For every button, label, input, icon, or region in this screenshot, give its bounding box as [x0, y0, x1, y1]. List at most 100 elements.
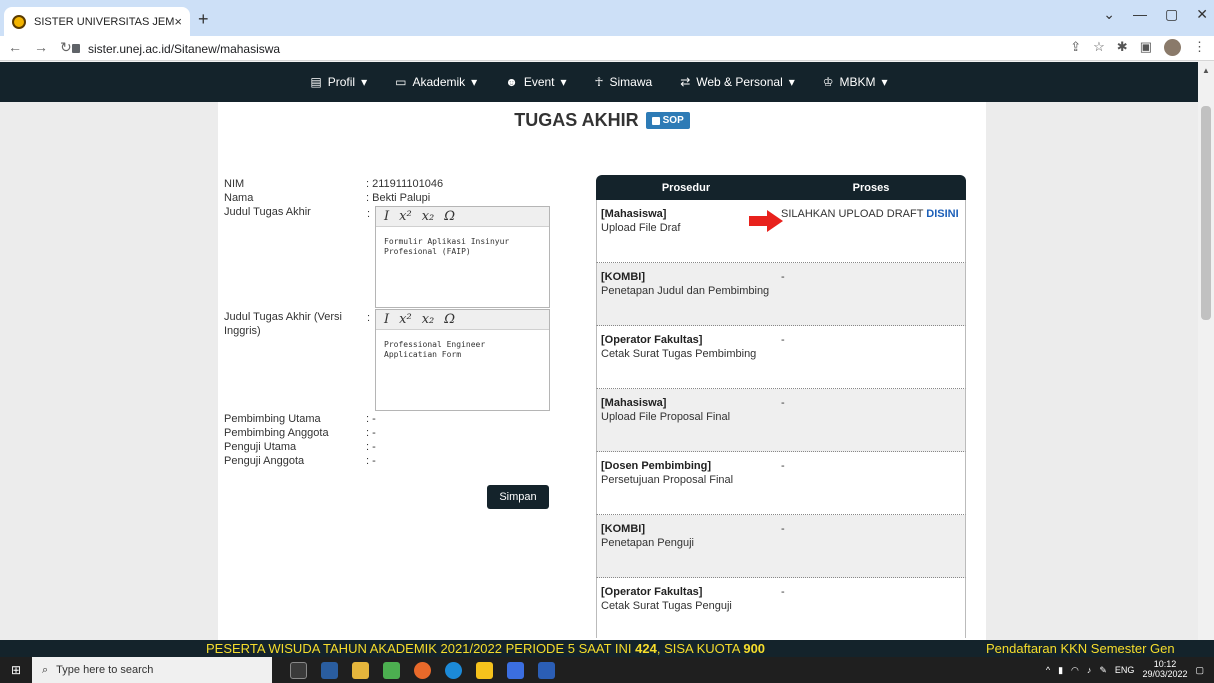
close-window-icon[interactable]: ✕ — [1196, 6, 1208, 23]
tab-search-icon[interactable]: ⌄ — [1103, 6, 1115, 23]
pen-icon[interactable]: ✎ — [1099, 665, 1107, 676]
table-row: [KOMBI] Penetapan Judul dan Pembimbing - — [596, 263, 966, 326]
row-role: [KOMBI] — [601, 271, 645, 283]
menu-kebab-icon[interactable]: ⋮ — [1193, 39, 1206, 56]
browser-nav-buttons: ← → ↻ — [8, 39, 72, 56]
special-char-button[interactable]: Ω — [444, 209, 455, 224]
table-row: [Operator Fakultas] Cetak Surat Tugas Pe… — [596, 326, 966, 389]
url-field[interactable]: sister.unej.ac.id/Sitanew/mahasiswa — [72, 38, 1172, 59]
tab-close-icon[interactable]: × — [174, 14, 182, 29]
row-role: [Dosen Pembimbing] — [601, 460, 712, 472]
pembimbing-anggota-value: : - — [366, 427, 376, 439]
bookmark-star-icon[interactable]: ☆ — [1093, 39, 1105, 56]
upload-draft-link[interactable]: DISINI — [926, 208, 958, 220]
judul-en-text[interactable]: Professional Engineer Applicatian Form — [376, 330, 549, 369]
nav-profil[interactable]: ▤ Profil ▾ — [310, 75, 367, 89]
address-bar: ← → ↻ sister.unej.ac.id/Sitanew/mahasisw… — [0, 36, 1214, 61]
editor-toolbar: I x² x₂ Ω — [376, 310, 549, 330]
scrollbar-thumb[interactable] — [1201, 106, 1211, 320]
row-role: [Mahasiswa] — [601, 397, 667, 409]
sidepanel-icon[interactable]: ▣ — [1140, 39, 1152, 56]
chevron-down-icon: ▾ — [788, 75, 795, 89]
reload-icon[interactable]: ↻ — [60, 39, 72, 56]
nav-akademik-label: Akademik — [412, 75, 466, 89]
row-desc: Cetak Surat Tugas Penguji — [601, 600, 732, 612]
zoom-icon[interactable] — [507, 661, 524, 679]
nav-mbkm[interactable]: ♔ MBKM ▾ — [823, 75, 888, 89]
page-scrollbar[interactable]: ▲ — [1198, 62, 1214, 640]
superscript-button[interactable]: x² — [399, 209, 412, 224]
sop-button[interactable]: SOP — [645, 112, 690, 129]
browser-tab[interactable]: SISTER UNIVERSITAS JEMBER × — [4, 7, 190, 36]
procedure-table: Prosedur Proses [Mahasiswa] Upload File … — [596, 175, 966, 638]
page-header: TUGAS AKHIR SOP — [218, 110, 986, 131]
search-placeholder: Type here to search — [56, 664, 154, 676]
notification-icon[interactable]: ▢ — [1195, 665, 1204, 676]
task-view-icon[interactable] — [290, 661, 307, 679]
ticker-count: 424 — [635, 641, 657, 656]
judul-text[interactable]: Formulir Aplikasi Insinyur Profesional (… — [376, 227, 549, 266]
chevron-down-icon: ▾ — [560, 75, 567, 89]
windows-taskbar: ⊞ ⌕ Type here to search ^ ▮ ◠ ♪ ✎ ENG 10… — [0, 657, 1214, 683]
row-proses: - — [781, 397, 785, 409]
volume-icon[interactable]: ♪ — [1087, 665, 1092, 675]
nama-label: Nama — [224, 192, 254, 204]
search-icon: ⌕ — [42, 663, 49, 676]
maximize-icon[interactable]: ▢ — [1165, 6, 1178, 23]
nim-label: NIM — [224, 178, 245, 190]
language-indicator[interactable]: ENG — [1115, 665, 1135, 675]
taskbar-clock[interactable]: 10:12 29/03/2022 — [1142, 659, 1187, 680]
word-icon[interactable] — [538, 661, 555, 679]
row-role: [Operator Fakultas] — [601, 586, 703, 598]
battery-icon[interactable]: ▮ — [1058, 665, 1063, 676]
save-button[interactable]: Simpan — [487, 485, 549, 509]
share-icon[interactable]: ⇪ — [1070, 39, 1081, 56]
table-row: [Operator Fakultas] Cetak Surat Tugas Pe… — [596, 578, 966, 638]
tray-chevron-icon[interactable]: ^ — [1046, 665, 1050, 675]
nav-web-personal[interactable]: ⇄ Web & Personal ▾ — [680, 75, 795, 89]
pembimbing-utama-value: : - — [366, 413, 376, 425]
special-char-button[interactable]: Ω — [444, 312, 455, 327]
subscript-button[interactable]: x₂ — [422, 312, 435, 327]
italic-button[interactable]: I — [384, 312, 389, 327]
nav-event[interactable]: ☻ Event ▾ — [505, 75, 566, 89]
profile-avatar[interactable] — [1164, 39, 1181, 56]
extensions-icon[interactable]: ✱ — [1117, 39, 1128, 56]
upload-draft-text: SILAHKAN UPLOAD DRAFT — [781, 208, 927, 220]
taskbar-search-input[interactable]: ⌕ Type here to search — [32, 657, 272, 683]
subscript-button[interactable]: x₂ — [422, 209, 435, 224]
judul-en-label: Judul Tugas Akhir (Versi Inggris) — [224, 311, 343, 338]
penguji-anggota-label: Penguji Anggota — [224, 455, 305, 467]
table-row: [Mahasiswa] Upload File Proposal Final - — [596, 389, 966, 452]
sticky-app-icon[interactable] — [476, 661, 493, 679]
new-tab-button[interactable]: + — [198, 9, 209, 30]
judul-editor[interactable]: I x² x₂ Ω Formulir Aplikasi Insinyur Pro… — [375, 206, 550, 308]
table-row: [KOMBI] Penetapan Penguji - — [596, 515, 966, 578]
row-proses: - — [781, 334, 785, 346]
firefox-icon[interactable] — [414, 661, 431, 679]
row-desc: Upload File Proposal Final — [601, 411, 731, 423]
windows-start-icon[interactable]: ⊞ — [0, 657, 32, 683]
file-explorer-icon[interactable] — [352, 661, 369, 679]
back-icon[interactable]: ← — [8, 39, 22, 56]
nav-simawa[interactable]: ☥ Simawa — [595, 75, 653, 89]
penguji-anggota-value: : - — [366, 455, 376, 467]
minimize-icon[interactable]: — — [1133, 6, 1147, 23]
edge-icon[interactable] — [445, 661, 462, 679]
superscript-button[interactable]: x² — [399, 312, 412, 327]
nav-mbkm-label: MBKM — [839, 75, 876, 89]
scroll-up-icon[interactable]: ▲ — [1202, 66, 1210, 75]
header-prosedur: Prosedur — [661, 181, 711, 194]
shield-app-icon[interactable] — [321, 661, 338, 679]
chevron-down-icon: ▾ — [881, 75, 888, 89]
chrome-icon[interactable] — [383, 661, 400, 679]
row-desc: Cetak Surat Tugas Pembimbing — [601, 348, 757, 360]
forward-icon[interactable]: → — [34, 39, 48, 56]
nav-akademik[interactable]: ▭ Akademik ▾ — [395, 75, 477, 89]
italic-button[interactable]: I — [384, 209, 389, 224]
row-role: [KOMBI] — [601, 523, 645, 535]
judul-en-editor[interactable]: I x² x₂ Ω Professional Engineer Applicat… — [375, 309, 550, 411]
browser-tab-bar: SISTER UNIVERSITAS JEMBER × + ⌄ — ▢ ✕ — [0, 0, 1214, 36]
row-role: [Operator Fakultas] — [601, 334, 703, 346]
wifi-icon[interactable]: ◠ — [1071, 665, 1079, 676]
